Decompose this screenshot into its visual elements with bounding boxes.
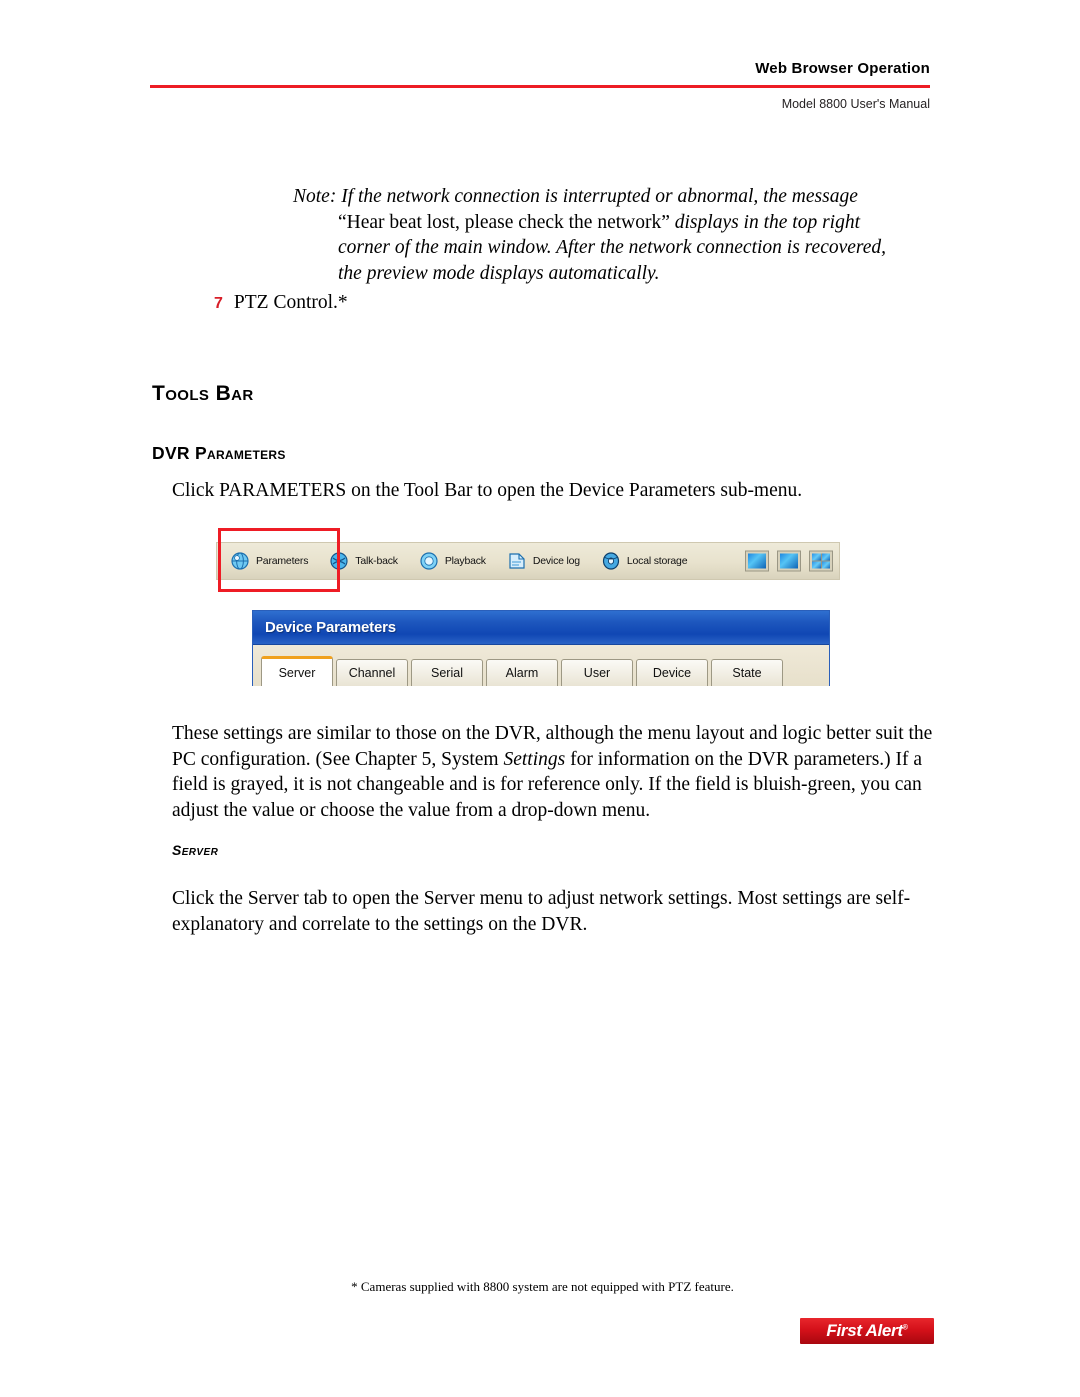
list-item-text: PTZ Control.* [233,292,348,313]
toolbar-item-playback[interactable]: Playback [418,546,486,576]
list-item-number: 7 [214,295,223,312]
toolbar-label-device-log: Device log [532,555,580,567]
tab-label-user: User [583,666,611,680]
full-view-thumb [780,553,798,569]
single-view-thumb [748,553,766,569]
tab-label-serial: Serial [431,666,463,680]
paragraph-click-parameters: Click PARAMETERS on the Tool Bar to open… [172,480,803,501]
toolbar-label-local-storage: Local storage [626,555,688,567]
tab-label-state: State [732,666,762,680]
note-label: Note: [293,186,337,207]
footnote: * Cameras supplied with 8800 system are … [351,1279,734,1294]
single-view-button[interactable] [745,550,769,572]
toolbar-label-talk-back: Talk-back [355,555,398,567]
quad-view-thumb [812,553,830,569]
note-line-2-text: displays in the top right [669,211,861,233]
tab-label-alarm: Alarm [505,666,539,680]
parameters-highlight-box [218,528,340,592]
tab-serial[interactable]: Serial [411,659,483,686]
note-quote: “Hear beat lost, please check the networ… [338,211,670,233]
heading-dvr-parameters: DVR Parameters [152,443,286,463]
tab-state[interactable]: State [711,659,783,686]
device-parameters-dialog: Device Parameters Server Channel Serial … [252,610,830,686]
paragraph-server-body: Click the Server tab to open the Server … [172,888,911,935]
device-log-icon [506,550,528,572]
note-line-3: corner of the main window. After the net… [338,237,887,258]
brand-logo-text: First Alert® [826,1321,908,1341]
dialog-tab-strip: Server Channel Serial Alarm User Device … [253,645,829,686]
toolbar-view-buttons [745,550,833,572]
tab-user[interactable]: User [561,659,633,686]
note-line-4: the preview mode displays automatically. [338,262,660,284]
note-line-1: Note: If the network connection is inter… [293,184,945,210]
playback-globe-icon [418,550,440,572]
paragraph-these-settings: These settings are similar to those on t… [172,721,934,823]
tab-server[interactable]: Server [261,656,333,686]
local-storage-icon [600,550,622,572]
dialog-title: Device Parameters [265,619,396,636]
numbered-list-item-7: 7 PTZ Control.* [214,291,348,316]
heading-tools-bar: Tools Bar [152,382,254,405]
tab-label-channel: Channel [348,666,396,680]
heading-server: Server [172,842,219,858]
these-settings-italic: Settings [503,748,566,770]
dialog-title-bar: Device Parameters [253,611,829,645]
registered-mark-icon: ® [902,1324,908,1332]
toolbar-item-device-log[interactable]: Device log [506,546,580,576]
brand-name: First Alert [826,1321,903,1340]
full-view-button[interactable] [777,550,801,572]
toolbar-item-local-storage[interactable]: Local storage [600,546,688,576]
tab-label-server: Server [278,665,316,680]
header-rule [150,85,930,88]
toolbar-label-playback: Playback [444,555,486,567]
tab-alarm[interactable]: Alarm [486,659,558,686]
quad-view-button[interactable] [809,550,833,572]
first-alert-logo: First Alert® [800,1318,934,1344]
tab-device[interactable]: Device [636,659,708,686]
header-subtitle: Model 8800 User's Manual [781,97,930,111]
tab-channel[interactable]: Channel [336,659,408,686]
note-block: Note: If the network connection is inter… [293,184,945,286]
note-line-1-text: If the network connection is interrupted… [336,186,858,207]
note-line-2: “Hear beat lost, please check the networ… [293,210,945,236]
page-title: Web Browser Operation [755,60,930,77]
tab-label-device: Device [652,666,692,680]
